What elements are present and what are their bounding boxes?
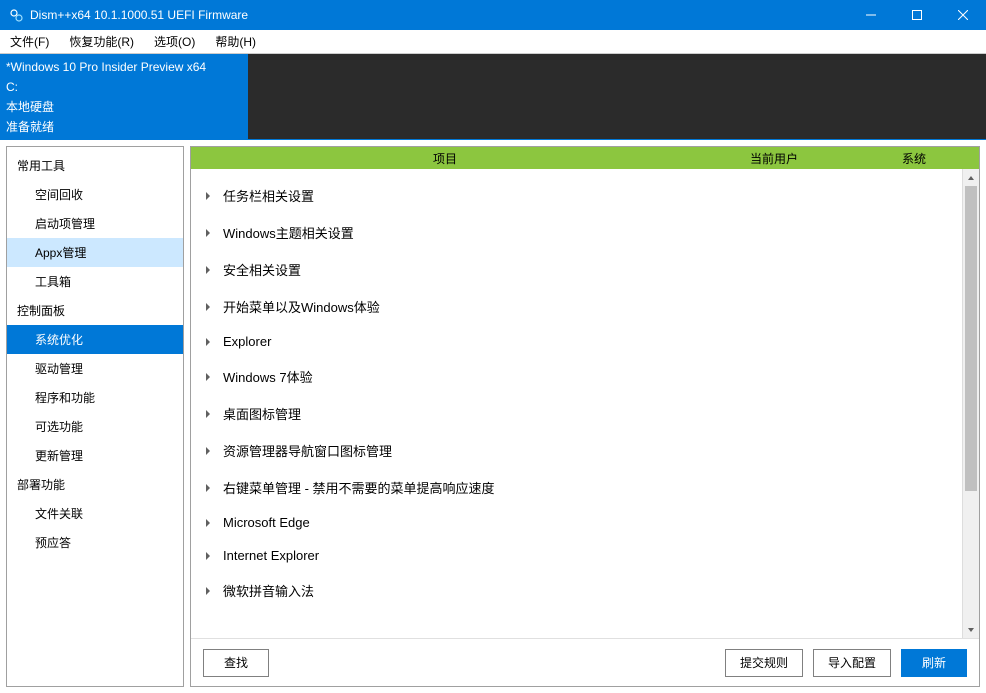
sidebar-item-programs-features[interactable]: 程序和功能 [7, 383, 183, 412]
menu-options[interactable]: 选项(O) [144, 30, 205, 53]
tree-row[interactable]: 资源管理器导航窗口图标管理 [191, 432, 962, 469]
tree-row-label: 安全相关设置 [223, 260, 301, 279]
app-icon [8, 7, 24, 23]
os-name: *Windows 10 Pro Insider Preview x64 [6, 58, 242, 76]
status-text: 准备就绪 [6, 118, 242, 136]
sidebar-item-system-optimize[interactable]: 系统优化 [7, 325, 183, 354]
expand-caret-icon[interactable] [203, 586, 213, 596]
sidebar-header-common-tools[interactable]: 常用工具 [7, 151, 183, 180]
scroll-up-arrow-icon[interactable] [963, 169, 979, 186]
close-button[interactable] [940, 0, 986, 30]
tree-row[interactable]: Microsoft Edge [191, 506, 962, 539]
minimize-button[interactable] [848, 0, 894, 30]
menubar: 文件(F) 恢复功能(R) 选项(O) 帮助(H) [0, 30, 986, 54]
tree-row-label: Windows 7体验 [223, 367, 313, 386]
sidebar-item-space-recovery[interactable]: 空间回收 [7, 180, 183, 209]
sidebar-item-preanswer[interactable]: 预应答 [7, 528, 183, 557]
find-button[interactable]: 查找 [203, 649, 269, 677]
tree-row-label: 开始菜单以及Windows体验 [223, 297, 380, 316]
sidebar-item-appx-mgmt[interactable]: Appx管理 [7, 238, 183, 267]
submit-rule-button[interactable]: 提交规则 [725, 649, 803, 677]
tree-list: 任务栏相关设置 Windows主题相关设置安全相关设置开始菜单以及Windows体… [191, 169, 962, 638]
tree-row-label: 微软拼音输入法 [223, 581, 314, 600]
tree-row-label: Explorer [223, 334, 271, 349]
menu-recovery[interactable]: 恢复功能(R) [59, 30, 144, 53]
expand-caret-icon[interactable] [203, 302, 213, 312]
tree-row-label: 资源管理器导航窗口图标管理 [223, 441, 392, 460]
workspace: 常用工具 空间回收 启动项管理 Appx管理 工具箱 控制面板 系统优化 驱动管… [0, 140, 986, 693]
column-item[interactable]: 项目 [191, 150, 699, 167]
scroll-track[interactable] [963, 186, 979, 621]
expand-caret-icon[interactable] [203, 551, 213, 561]
main-panel: 项目 当前用户 系统 任务栏相关设置 Windows主题相关设置安全相关设置开始菜… [190, 146, 980, 687]
drive-letter: C: [6, 78, 242, 96]
tree-row[interactable]: Explorer [191, 325, 962, 358]
tree-row[interactable]: 安全相关设置 [191, 251, 962, 288]
tree-row-label: Microsoft Edge [223, 515, 310, 530]
sidebar-item-driver-mgmt[interactable]: 驱动管理 [7, 354, 183, 383]
sidebar-item-toolbox[interactable]: 工具箱 [7, 267, 183, 296]
expand-caret-icon[interactable] [203, 518, 213, 528]
expand-caret-icon[interactable] [203, 265, 213, 275]
tree-row-label: Internet Explorer [223, 548, 319, 563]
expand-caret-icon[interactable] [203, 228, 213, 238]
refresh-button[interactable]: 刷新 [901, 649, 967, 677]
menu-help[interactable]: 帮助(H) [205, 30, 266, 53]
tree-row[interactable]: 开始菜单以及Windows体验 [191, 288, 962, 325]
import-config-button[interactable]: 导入配置 [813, 649, 891, 677]
expand-caret-icon[interactable] [203, 337, 213, 347]
tree-row[interactable]: Internet Explorer [191, 539, 962, 572]
expand-caret-icon[interactable] [203, 409, 213, 419]
window-title: Dism++x64 10.1.1000.51 UEFI Firmware [30, 8, 848, 22]
column-current-user[interactable]: 当前用户 [699, 150, 849, 167]
disk-type: 本地硬盘 [6, 98, 242, 116]
column-header: 项目 当前用户 系统 [191, 147, 979, 169]
expand-caret-icon[interactable] [203, 446, 213, 456]
expand-caret-icon[interactable] [203, 191, 213, 201]
expand-caret-icon[interactable] [203, 483, 213, 493]
bottom-bar: 查找 提交规则 导入配置 刷新 [191, 638, 979, 686]
expand-caret-icon[interactable] [203, 372, 213, 382]
tree-row-label: 右键菜单管理 - 禁用不需要的菜单提高响应速度 [223, 478, 495, 497]
sidebar: 常用工具 空间回收 启动项管理 Appx管理 工具箱 控制面板 系统优化 驱动管… [6, 146, 184, 687]
system-info-panel[interactable]: *Windows 10 Pro Insider Preview x64 C: 本… [0, 54, 248, 139]
tree-row-label: 任务栏相关设置 [223, 186, 314, 205]
sidebar-header-deployment[interactable]: 部署功能 [7, 470, 183, 499]
tree-row-label: 桌面图标管理 [223, 404, 301, 423]
tree-row[interactable]: Windows主题相关设置 [191, 214, 962, 251]
sidebar-header-control-panel[interactable]: 控制面板 [7, 296, 183, 325]
tree-area: 任务栏相关设置 Windows主题相关设置安全相关设置开始菜单以及Windows体… [191, 169, 979, 638]
tree-row[interactable]: 任务栏相关设置 [191, 177, 962, 214]
sidebar-item-update-mgmt[interactable]: 更新管理 [7, 441, 183, 470]
menu-file[interactable]: 文件(F) [0, 30, 59, 53]
tree-row[interactable]: 桌面图标管理 [191, 395, 962, 432]
scroll-down-arrow-icon[interactable] [963, 621, 979, 638]
titlebar: Dism++x64 10.1.1000.51 UEFI Firmware [0, 0, 986, 30]
vertical-scrollbar[interactable] [962, 169, 979, 638]
sidebar-item-optional-features[interactable]: 可选功能 [7, 412, 183, 441]
maximize-button[interactable] [894, 0, 940, 30]
column-system[interactable]: 系统 [849, 150, 979, 167]
scroll-thumb[interactable] [965, 186, 977, 491]
tree-row-label: Windows主题相关设置 [223, 223, 354, 242]
sidebar-item-startup-mgmt[interactable]: 启动项管理 [7, 209, 183, 238]
tree-row[interactable]: Windows 7体验 [191, 358, 962, 395]
info-strip: *Windows 10 Pro Insider Preview x64 C: 本… [0, 54, 986, 140]
tree-row[interactable]: 微软拼音输入法 [191, 572, 962, 609]
sidebar-item-file-assoc[interactable]: 文件关联 [7, 499, 183, 528]
tree-row[interactable]: 右键菜单管理 - 禁用不需要的菜单提高响应速度 [191, 469, 962, 506]
info-canvas [248, 54, 986, 139]
